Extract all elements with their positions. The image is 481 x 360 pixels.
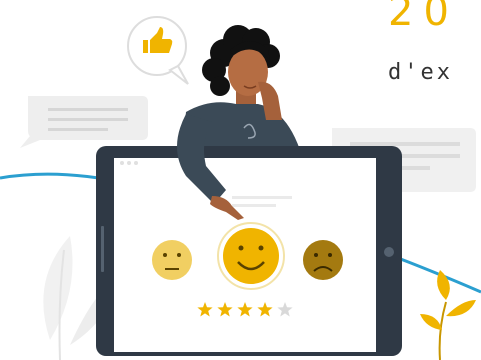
leaf-icon xyxy=(420,270,476,360)
happy-face-icon[interactable] xyxy=(217,222,285,290)
headline-text: 20 xyxy=(388,0,459,35)
sad-face-icon xyxy=(303,240,343,280)
thumbs-up-bubble xyxy=(127,16,189,85)
subline-text: d'ex xyxy=(388,60,453,85)
neutral-face-icon xyxy=(152,240,192,280)
blue-curve-right xyxy=(389,253,481,294)
feedback-illustration xyxy=(0,16,481,360)
chat-bubble-left xyxy=(20,96,148,148)
